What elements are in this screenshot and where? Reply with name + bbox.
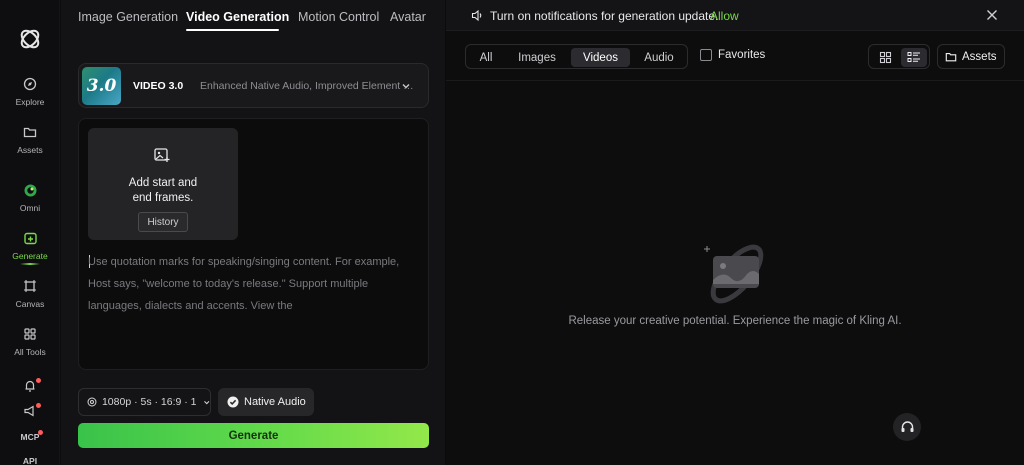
notification-dot (36, 378, 41, 383)
assets-button[interactable]: Assets (937, 44, 1005, 69)
chevron-down-icon (402, 84, 410, 89)
filter-videos[interactable]: Videos (571, 48, 630, 67)
speaker-icon (471, 9, 482, 22)
list-view-icon (907, 52, 920, 62)
rail-item-label: Omni (19, 203, 41, 213)
grid-view-button[interactable] (872, 48, 898, 67)
compass-icon (22, 76, 38, 92)
left-rail: Explore Assets Omni Generate Canvas All … (0, 0, 60, 465)
rail-item-canvas[interactable]: Canvas (0, 278, 60, 309)
generation-panel: Image Generation Video Generation Motion… (61, 0, 445, 465)
filter-audio[interactable]: Audio (634, 48, 684, 67)
tab-video-generation[interactable]: Video Generation (186, 10, 289, 24)
history-button[interactable]: History (138, 212, 188, 232)
favorites-label: Favorites (718, 49, 766, 61)
checkbox-box (700, 49, 712, 61)
canvas-icon (22, 278, 38, 294)
notification-banner: Turn on notifications for generation upd… (446, 0, 1024, 31)
generation-tabs: Image Generation Video Generation Motion… (61, 0, 445, 36)
notification-text: Turn on notifications for generation upd… (490, 9, 719, 23)
add-image-icon (154, 148, 170, 162)
rail-item-label: Assets (17, 145, 43, 155)
video-settings-summary: 1080p · 5s · 16:9 · 1 (101, 396, 197, 408)
notification-dot (36, 403, 41, 408)
folder-icon (945, 52, 957, 61)
rail-item-mcp[interactable]: MCP (0, 432, 60, 442)
rail-item-assets[interactable]: Assets (0, 124, 60, 155)
allow-notifications-link[interactable]: Allow (710, 9, 739, 23)
headset-icon (901, 420, 913, 432)
assets-label: Assets (962, 50, 997, 63)
close-icon[interactable] (986, 9, 998, 21)
rail-item-omni[interactable]: Omni (0, 182, 60, 213)
empty-state-illustration-icon (704, 244, 764, 304)
rail-item-label: Canvas (15, 299, 45, 309)
rail-item-label: API (22, 456, 38, 465)
generate-icon (22, 230, 38, 246)
tab-active-underline (186, 29, 279, 31)
add-frames-card[interactable]: Add start and end frames. History (88, 128, 238, 240)
favorites-checkbox[interactable]: Favorites (700, 49, 765, 61)
list-view-button[interactable] (901, 48, 927, 67)
grid-icon (22, 326, 38, 342)
rail-item-label: All Tools (14, 347, 46, 357)
media-type-filter: All Images Videos Audio (465, 44, 688, 69)
add-frames-line1: Add start and (128, 177, 198, 189)
folder-icon (22, 124, 38, 140)
omni-icon (22, 182, 38, 198)
model-badge-text: 3.0 (86, 76, 117, 96)
prompt-input[interactable]: Use quotation marks for speaking/singing… (88, 251, 424, 317)
filter-images[interactable]: Images (507, 48, 567, 67)
chevron-down-icon (203, 400, 209, 404)
check-circle-icon (227, 396, 239, 408)
model-badge: 3.0 (82, 67, 121, 105)
filter-all[interactable]: All (469, 48, 503, 67)
grid-view-icon (879, 51, 891, 64)
video-settings-dropdown[interactable]: 1080p · 5s · 16:9 · 1 (78, 388, 211, 416)
empty-state-message: Release your creative potential. Experie… (568, 315, 902, 327)
rail-item-notifications[interactable] (0, 378, 60, 394)
native-audio-toggle[interactable]: Native Audio (218, 388, 314, 416)
model-description: Enhanced Native Audio, Improved Element … (200, 80, 415, 92)
rail-item-label: Explore (15, 97, 45, 107)
tab-avatar[interactable]: Avatar (390, 10, 426, 24)
rail-item-api[interactable]: API (0, 456, 60, 465)
rail-item-label: MCP (20, 432, 40, 442)
tab-motion-control[interactable]: Motion Control (298, 10, 379, 24)
settings-dial-icon (87, 397, 97, 407)
add-frames-text: Add start and end frames. (88, 176, 238, 206)
support-button[interactable] (893, 413, 921, 441)
generate-button[interactable]: Generate (78, 423, 429, 448)
rail-item-announcements[interactable] (0, 403, 60, 419)
native-audio-label: Native Audio (244, 396, 306, 408)
rail-item-label: Generate (12, 251, 48, 261)
prompt-editor: Add start and end frames. History Use qu… (78, 118, 429, 370)
view-mode-toggle (868, 44, 930, 69)
tab-image-generation[interactable]: Image Generation (78, 10, 178, 24)
model-name: VIDEO 3.0 (133, 80, 184, 92)
rail-item-explore[interactable]: Explore (0, 76, 60, 107)
rail-item-generate[interactable]: Generate (0, 230, 60, 261)
rail-item-all-tools[interactable]: All Tools (0, 326, 60, 357)
model-selector[interactable]: 3.0 VIDEO 3.0 Enhanced Native Audio, Imp… (78, 63, 429, 108)
active-indicator (20, 263, 40, 265)
add-frames-line2: end frames. (132, 192, 194, 204)
kling-logo-icon[interactable] (17, 26, 43, 52)
results-panel: Turn on notifications for generation upd… (446, 0, 1024, 465)
notification-dot (38, 430, 43, 435)
filter-bar: All Images Videos Audio Favorites Assets (446, 31, 1024, 81)
